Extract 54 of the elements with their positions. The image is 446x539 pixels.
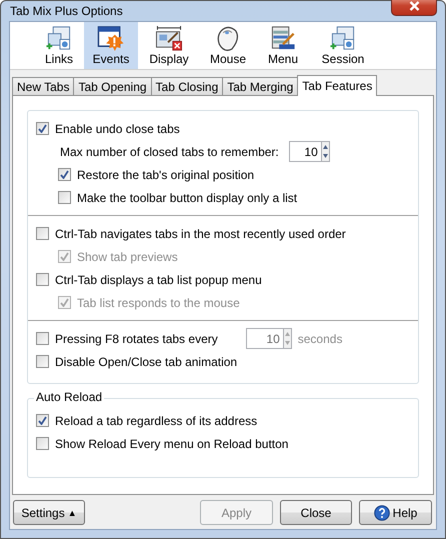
checkbox-label: Pressing F8 rotates tabs every	[55, 332, 218, 346]
checkbox-label: Show tab previews	[77, 250, 178, 264]
window-alert-icon	[97, 25, 125, 52]
tab[interactable]: New Tabs	[12, 77, 74, 96]
checkbox[interactable]	[36, 437, 49, 450]
dialog-button[interactable]: Settings ▲	[13, 500, 85, 525]
toolbar-item[interactable]: Mouse	[200, 22, 256, 69]
mouse-icon	[215, 25, 241, 52]
caret-icon: ▲	[68, 508, 77, 518]
close-button[interactable]	[391, 0, 437, 16]
checkbox[interactable]	[58, 168, 71, 181]
checkbox-label: Show Reload Every menu on Reload button	[55, 436, 288, 450]
close-icon	[408, 0, 420, 10]
checkbox[interactable]	[36, 227, 49, 240]
checkbox-label: Ctrl-Tab navigates tabs in the most recently used order	[55, 226, 346, 240]
menu-edit-icon	[269, 25, 297, 52]
checkbox[interactable]	[36, 355, 49, 368]
dialog-button[interactable]: Close	[280, 500, 352, 525]
window-title: Tab Mix Plus Options	[9, 4, 123, 18]
checkbox[interactable]	[36, 273, 49, 286]
help-icon	[374, 504, 390, 520]
tab[interactable]: Tab Closing	[150, 77, 224, 96]
pages-icon	[329, 25, 357, 52]
checkmark-icon	[60, 170, 69, 179]
checkmark-icon	[38, 416, 47, 425]
group-caption: Auto Reload	[34, 390, 104, 404]
checkmark-icon	[60, 252, 69, 261]
checkbox-label: Restore the tab's original position	[77, 168, 254, 182]
field-label: Max number of closed tabs to remember:	[60, 144, 279, 158]
display-settings-icon	[154, 25, 184, 52]
checkmark-icon	[38, 124, 47, 133]
toolbar-item[interactable]: Menu	[256, 22, 310, 69]
toolbar-item[interactable]: Display	[138, 22, 200, 69]
checkbox-label: Make the toolbar button display only a list	[77, 190, 298, 204]
toolbar-item[interactable]: Links	[34, 22, 84, 69]
unit-label: seconds	[298, 332, 342, 346]
tab[interactable]: Tab Opening	[73, 77, 152, 96]
checkbox[interactable]	[36, 122, 49, 135]
tab[interactable]: Tab Features	[297, 75, 378, 96]
checkbox[interactable]	[36, 332, 49, 345]
checkbox-label: Ctrl-Tab displays a tab list popup menu	[55, 272, 262, 286]
checkbox[interactable]	[36, 414, 49, 427]
pages-icon	[45, 25, 73, 52]
checkbox-label: Enable undo close tabs	[55, 122, 180, 136]
checkbox[interactable]	[58, 191, 71, 204]
checkbox-label: Disable Open/Close tab animation	[55, 354, 238, 368]
tab[interactable]: Tab Merging	[222, 77, 298, 96]
dialog-button[interactable]: Help	[359, 500, 432, 525]
checkmark-icon	[60, 298, 69, 307]
checkbox-label: Tab list responds to the mouse	[77, 296, 240, 310]
spinner-arrows-icon[interactable]	[320, 141, 330, 162]
checkbox-label: Reload a tab regardless of its address	[55, 414, 258, 428]
toolbar-item[interactable]: Session	[310, 22, 376, 69]
toolbar-item[interactable]: Events	[84, 22, 138, 69]
